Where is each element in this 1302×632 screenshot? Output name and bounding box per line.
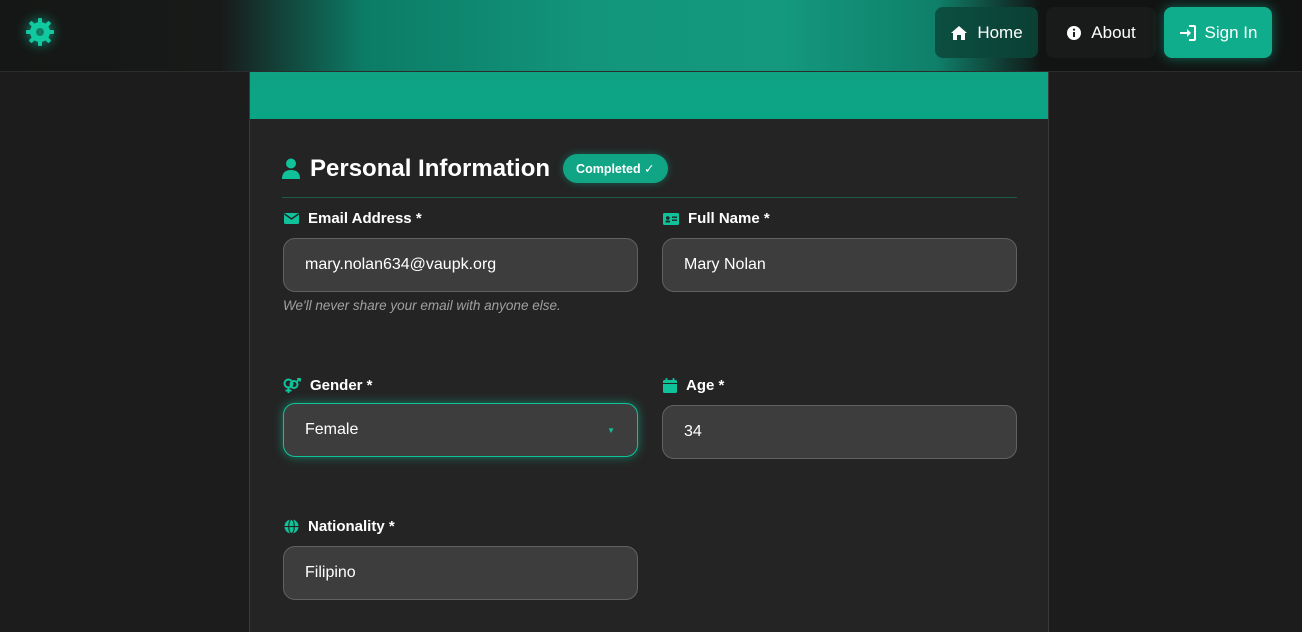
sign-in-icon bbox=[1179, 24, 1196, 41]
nav-about-button[interactable]: About bbox=[1046, 7, 1156, 58]
email-value: mary.nolan634@vaupk.org bbox=[305, 256, 497, 273]
section-divider bbox=[282, 197, 1017, 198]
age-value: 34 bbox=[684, 423, 702, 440]
nationality-value: Filipino bbox=[305, 564, 356, 581]
nav-about-label: About bbox=[1091, 22, 1136, 42]
id-card-icon bbox=[663, 212, 679, 225]
calendar-icon bbox=[663, 378, 677, 393]
top-navbar: Home About Sign In bbox=[0, 0, 1302, 72]
gender-label-text: Gender * bbox=[310, 377, 373, 394]
full-name-value: Mary Nolan bbox=[684, 256, 766, 273]
sign-in-button[interactable]: Sign In bbox=[1164, 7, 1272, 58]
section-header: Personal Information Completed ✓ bbox=[282, 154, 668, 183]
envelope-icon bbox=[284, 213, 299, 224]
gender-icon bbox=[283, 377, 301, 393]
gender-select[interactable]: Female ▼ bbox=[283, 403, 638, 457]
full-name-label-text: Full Name * bbox=[688, 210, 770, 227]
user-icon bbox=[282, 158, 300, 179]
nav-home-button[interactable]: Home bbox=[935, 7, 1038, 58]
info-icon bbox=[1067, 25, 1082, 40]
form-card: Personal Information Completed ✓ Email A… bbox=[249, 72, 1049, 632]
gender-value: Female bbox=[305, 421, 359, 438]
chevron-down-icon: ▼ bbox=[607, 426, 615, 435]
age-label-text: Age * bbox=[686, 377, 725, 394]
nav-home-label: Home bbox=[977, 22, 1023, 42]
card-banner bbox=[250, 72, 1048, 119]
email-label-text: Email Address * bbox=[308, 210, 422, 227]
nationality-label: Nationality * bbox=[284, 518, 395, 535]
page-title: Personal Information bbox=[310, 154, 551, 182]
email-field[interactable]: mary.nolan634@vaupk.org bbox=[283, 238, 638, 292]
brand-logo[interactable] bbox=[22, 14, 58, 50]
age-field[interactable]: 34 bbox=[662, 405, 1017, 459]
home-icon bbox=[951, 25, 968, 40]
status-badge: Completed ✓ bbox=[563, 154, 668, 183]
nationality-field[interactable]: Filipino bbox=[283, 546, 638, 600]
email-help-text: We'll never share your email with anyone… bbox=[283, 298, 561, 313]
age-label: Age * bbox=[663, 377, 724, 394]
gear-icon bbox=[26, 18, 54, 46]
full-name-label: Full Name * bbox=[663, 210, 770, 227]
full-name-field[interactable]: Mary Nolan bbox=[662, 238, 1017, 292]
nationality-label-text: Nationality * bbox=[308, 518, 395, 535]
email-label: Email Address * bbox=[284, 210, 422, 227]
sign-in-label: Sign In bbox=[1204, 22, 1258, 42]
gender-label: Gender * bbox=[283, 377, 373, 394]
globe-icon bbox=[284, 519, 299, 534]
